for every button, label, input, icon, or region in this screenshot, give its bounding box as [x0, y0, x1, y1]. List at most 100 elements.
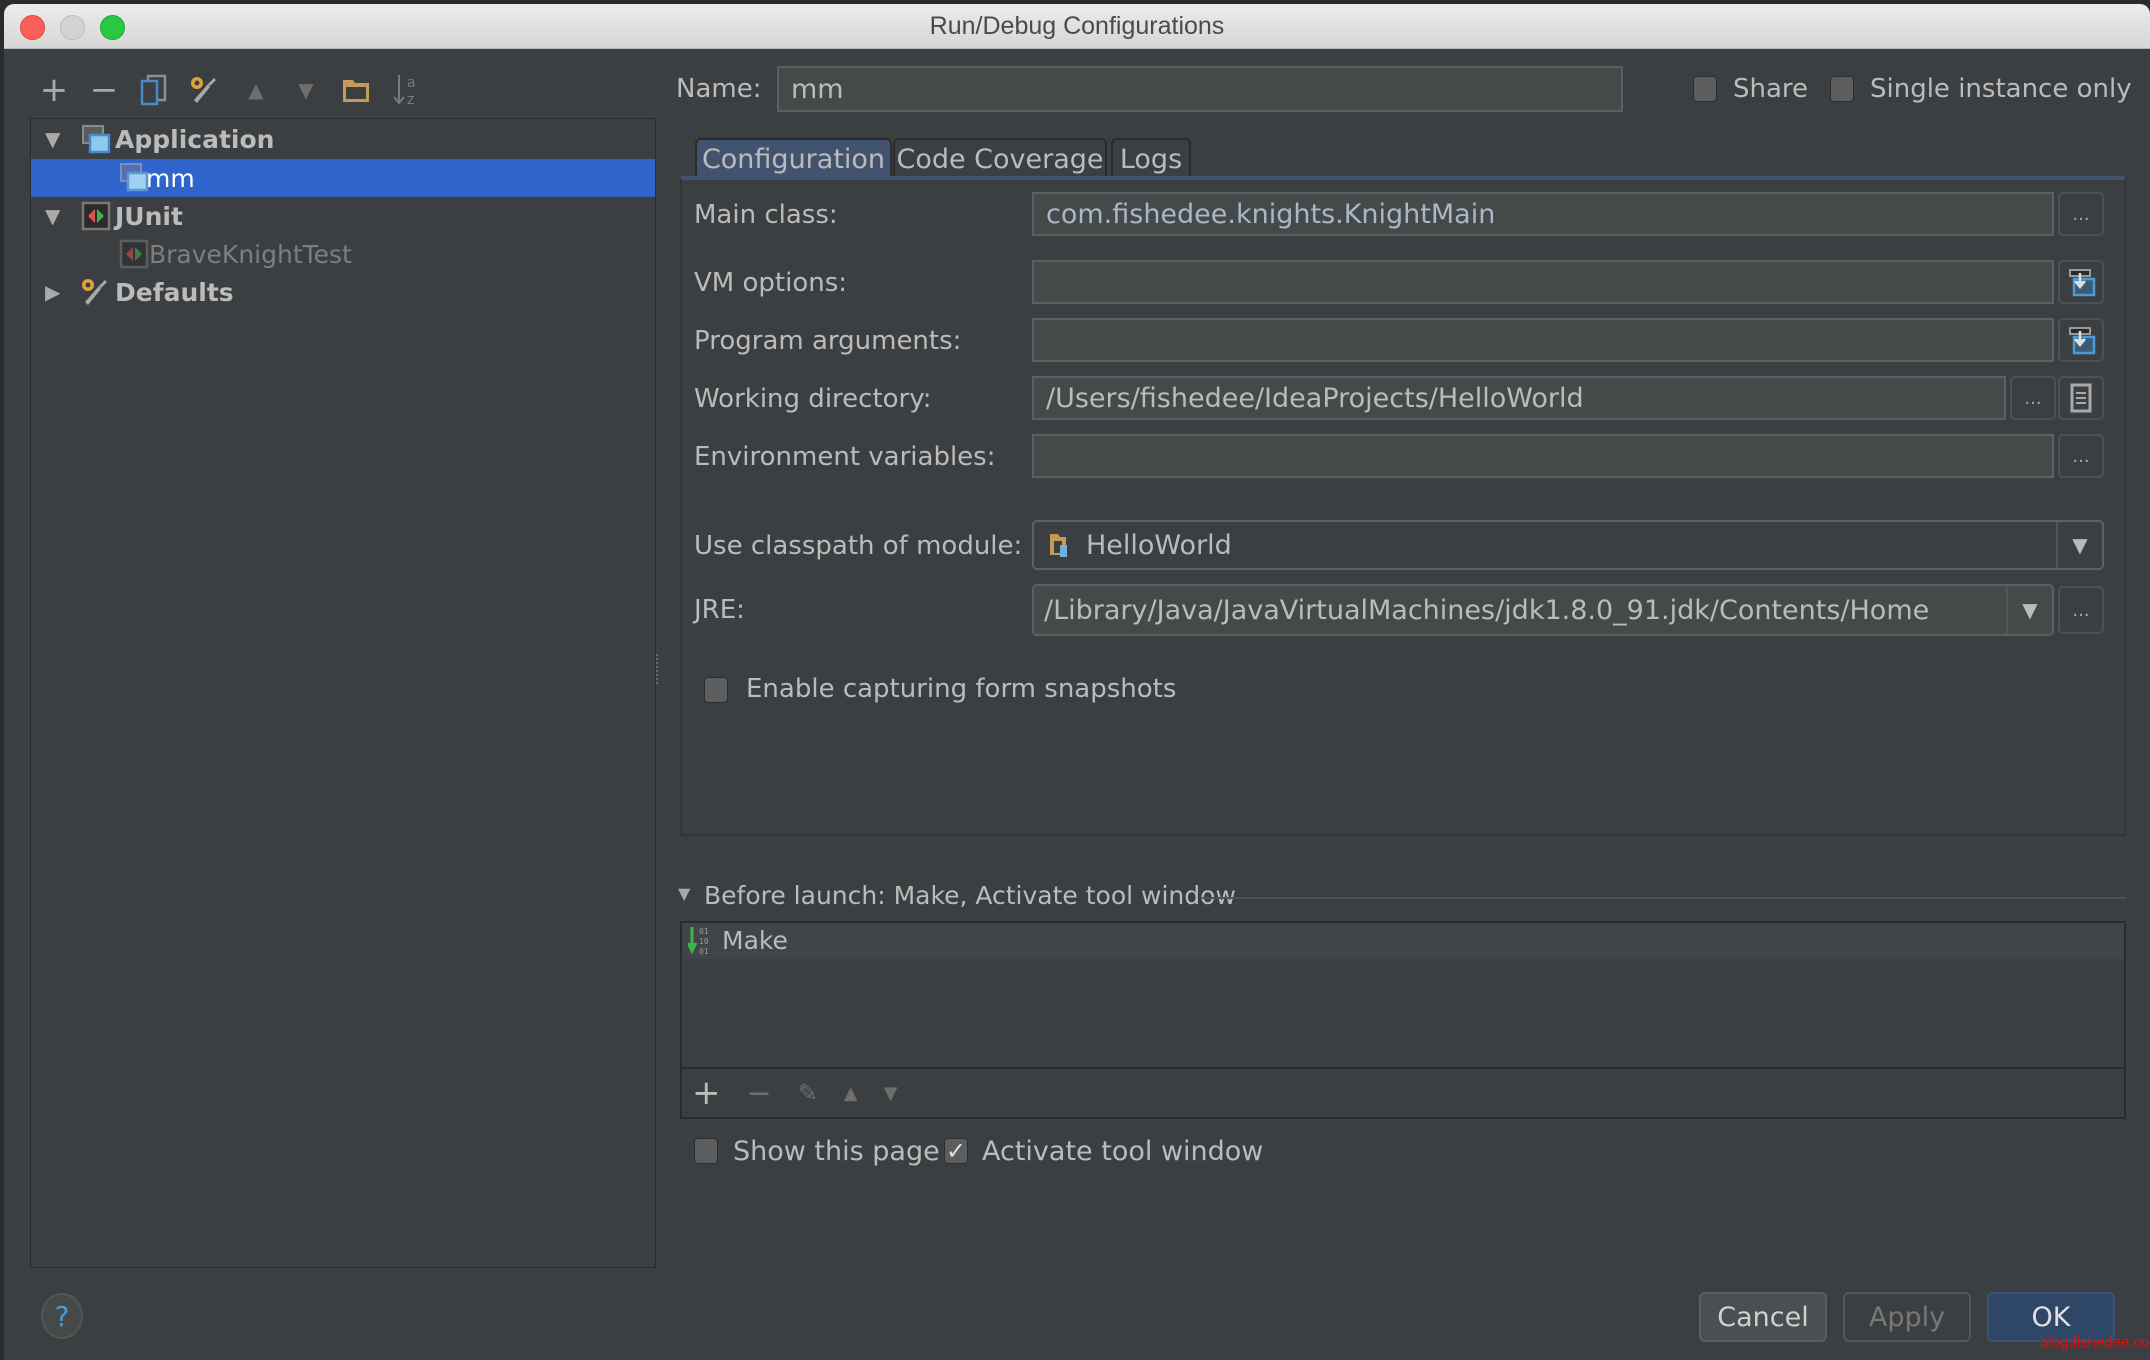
single-instance-label: Single instance only [1870, 74, 2132, 104]
svg-text:a: a [407, 75, 416, 91]
tree-item-label: mm [146, 163, 195, 193]
environment-variables-label: Environment variables: [694, 442, 996, 472]
apply-button[interactable]: Apply [1843, 1292, 1971, 1342]
document-icon [2070, 383, 2092, 413]
working-directory-browse-button[interactable]: ... [2010, 376, 2056, 420]
show-this-page-label: Show this page [733, 1136, 940, 1167]
jre-value: /Library/Java/JavaVirtualMachines/jdk1.8… [1044, 594, 1930, 626]
ellipsis-icon: ... [2072, 599, 2090, 621]
expand-field-icon [2069, 327, 2096, 355]
help-button[interactable]: ? [41, 1293, 83, 1339]
svg-text:z: z [407, 92, 414, 107]
application-icon [120, 163, 149, 192]
copy-icon[interactable] [136, 72, 172, 108]
remove-task-icon[interactable]: − [747, 1076, 772, 1111]
vm-options-label: VM options: [694, 268, 848, 298]
tree-item-mm[interactable]: mm [31, 159, 655, 197]
wrench-icon [82, 279, 107, 305]
classpath-module-label: Use classpath of module: [694, 531, 1023, 561]
tree-item-application[interactable]: ▼ Application [31, 120, 655, 158]
edit-task-icon[interactable]: ✎ [798, 1079, 818, 1107]
tree-item-braveknighttest[interactable]: BraveKnightTest [31, 235, 655, 273]
section-divider [1202, 897, 2126, 899]
tab-code-coverage[interactable]: Code Coverage [893, 138, 1107, 178]
tree-item-label: Defaults [115, 277, 234, 307]
move-task-down-icon[interactable]: ▼ [884, 1083, 898, 1104]
watermark: blog.fishedee.com [2040, 1334, 2150, 1351]
main-class-input[interactable]: com.fishedee.knights.KnightMain [1032, 192, 2054, 236]
folder-icon[interactable] [338, 72, 374, 108]
tree-item-defaults[interactable]: ▶ Defaults [31, 273, 655, 311]
task-label: Make [722, 926, 788, 955]
working-directory-input[interactable]: /Users/fishedee/IdeaProjects/HelloWorld [1032, 376, 2006, 420]
splitter-handle[interactable] [656, 654, 662, 684]
share-label: Share [1733, 74, 1809, 104]
classpath-module-select[interactable]: HelloWorld ▼ [1032, 520, 2104, 570]
cancel-button[interactable]: Cancel [1699, 1292, 1827, 1342]
program-arguments-label: Program arguments: [694, 326, 962, 356]
classpath-module-value: HelloWorld [1086, 529, 1232, 561]
collapse-triangle-icon[interactable]: ▼ [678, 884, 690, 903]
remove-icon[interactable]: − [86, 70, 122, 110]
add-icon[interactable]: + [36, 70, 72, 110]
junit-icon [119, 239, 149, 269]
program-arguments-input[interactable] [1032, 318, 2054, 362]
chevron-down-icon[interactable]: ▼ [2056, 522, 2102, 568]
share-checkbox[interactable] [1693, 76, 1717, 102]
environment-variables-browse-button[interactable]: ... [2058, 434, 2104, 478]
environment-variables-input[interactable] [1032, 434, 2054, 478]
show-this-page-checkbox[interactable] [694, 1138, 718, 1164]
tree-item-label: BraveKnightTest [149, 239, 352, 269]
tree-item-label: Application [115, 124, 275, 154]
jre-label: JRE: [694, 595, 745, 625]
window-title: Run/Debug Configurations [929, 12, 1225, 40]
move-task-up-icon[interactable]: ▲ [844, 1083, 858, 1104]
working-directory-value: /Users/fishedee/IdeaProjects/HelloWorld [1046, 382, 1584, 414]
jre-browse-button[interactable]: ... [2058, 586, 2104, 634]
configuration-tree: ▼ Application mm ▼ JUnit BraveKnightTest… [30, 118, 656, 1268]
enable-snapshots-label: Enable capturing form snapshots [746, 674, 1177, 704]
chevron-down-icon[interactable]: ▼ [2006, 586, 2052, 634]
main-class-label: Main class: [694, 200, 838, 230]
ellipsis-icon: ... [2072, 203, 2090, 225]
add-task-icon[interactable]: + [692, 1073, 721, 1113]
activate-tool-window-label: Activate tool window [982, 1136, 1264, 1167]
svg-text:10: 10 [699, 937, 709, 946]
expand-triangle-icon[interactable]: ▼ [45, 127, 60, 151]
name-label: Name: [676, 74, 762, 104]
before-launch-list: 01 10 01 Make + − ✎ ▲ ▼ [680, 921, 2126, 1119]
move-down-icon[interactable]: ▼ [288, 72, 324, 108]
title-bar: Run/Debug Configurations [4, 4, 2150, 49]
help-icon: ? [54, 1299, 70, 1333]
list-item-make[interactable]: 01 10 01 Make [682, 923, 2124, 959]
move-up-icon[interactable]: ▲ [238, 72, 274, 108]
single-instance-checkbox[interactable] [1830, 76, 1854, 102]
main-class-value: com.fishedee.knights.KnightMain [1046, 198, 1496, 230]
junit-icon [81, 201, 111, 231]
vm-options-input[interactable] [1032, 260, 2054, 304]
jre-select[interactable]: /Library/Java/JavaVirtualMachines/jdk1.8… [1032, 584, 2054, 636]
edit-defaults-icon[interactable] [186, 72, 222, 108]
tab-logs[interactable]: Logs [1111, 138, 1191, 178]
tab-configuration[interactable]: Configuration [695, 138, 892, 178]
tree-item-junit[interactable]: ▼ JUnit [31, 197, 655, 235]
expand-field-icon [2069, 269, 2096, 297]
program-arguments-expand-button[interactable] [2058, 318, 2104, 362]
before-launch-toolbar: + − ✎ ▲ ▼ [692, 1069, 992, 1117]
before-launch-header[interactable]: Before launch: Make, Activate tool windo… [704, 881, 1236, 910]
main-class-browse-button[interactable]: ... [2058, 192, 2104, 236]
ellipsis-icon: ... [2024, 387, 2042, 409]
enable-snapshots-checkbox[interactable] [704, 677, 728, 703]
vm-options-expand-button[interactable] [2058, 260, 2104, 304]
sort-icon[interactable]: az [388, 72, 424, 108]
module-folder-icon [1050, 534, 1067, 557]
application-icon [82, 125, 111, 154]
name-input[interactable]: mm [777, 66, 1623, 112]
collapse-triangle-icon[interactable]: ▶ [45, 280, 60, 304]
activate-tool-window-checkbox[interactable]: ✓ [944, 1137, 968, 1165]
make-icon: 011001 [688, 927, 709, 956]
name-value: mm [791, 73, 844, 105]
working-directory-macros-button[interactable] [2058, 376, 2104, 420]
run-debug-configurations-dialog: Run/Debug Configurations + − ▲ ▼ az ▼ Ap… [4, 4, 2150, 1360]
expand-triangle-icon[interactable]: ▼ [45, 204, 60, 228]
